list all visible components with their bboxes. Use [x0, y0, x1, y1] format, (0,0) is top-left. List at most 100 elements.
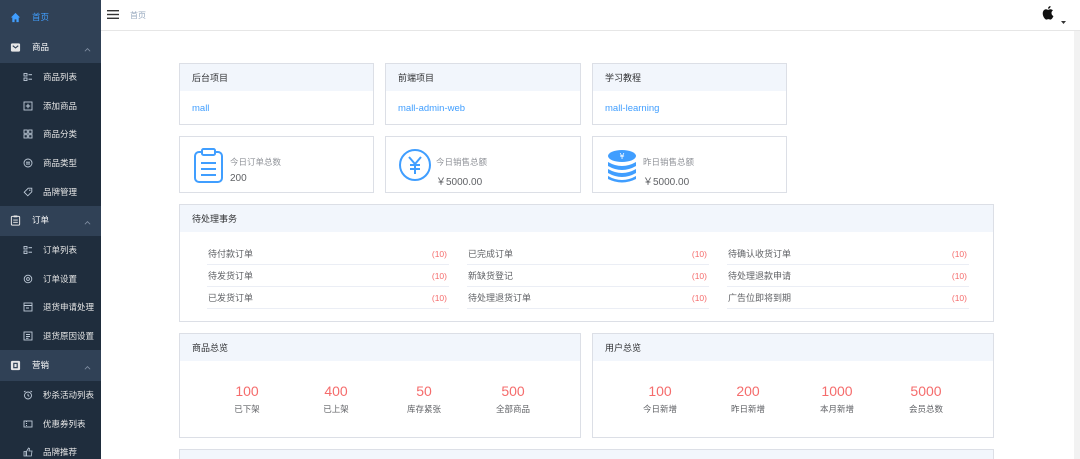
scrollbar[interactable] [1074, 31, 1080, 459]
sidebar-item-brand[interactable]: 品牌管理 [0, 177, 101, 206]
sidebar-group-label: 订单 [32, 215, 50, 226]
chevron-up-icon [84, 44, 91, 54]
overview-number: 5000 [910, 383, 942, 399]
sidebar-item-return-apply[interactable]: 退货申请处理 [0, 293, 101, 322]
list-icon [22, 244, 34, 256]
sidebar-item-label: 订单设置 [43, 273, 78, 284]
return-apply-icon [22, 301, 34, 313]
alarm-icon [22, 389, 34, 401]
sidebar-item-order-settings[interactable]: 订单设置 [0, 264, 101, 294]
type-icon [22, 157, 34, 169]
todo-title: 待处理事务 [180, 205, 993, 232]
sidebar-item-product-type[interactable]: 商品类型 [0, 148, 101, 178]
user-overview-title: 用户总览 [593, 334, 993, 361]
sidebar-item-coupon[interactable]: 优惠券列表 [0, 409, 101, 439]
hamburger-icon[interactable] [107, 9, 119, 21]
todo-count: (10) [431, 270, 447, 281]
category-icon [22, 128, 34, 140]
breadcrumb[interactable]: 首页 [130, 10, 146, 21]
sidebar-group-marketing[interactable]: 营销 [0, 351, 101, 380]
sidebar-item-label: 订单列表 [43, 245, 78, 256]
overview-stat: 5000 会员总数 [886, 383, 966, 415]
sidebar-home-label: 首页 [32, 12, 50, 23]
todo-label: 新缺货登记 [468, 271, 514, 281]
todo-count: (10) [431, 248, 447, 259]
overview-label: 今日新增 [642, 404, 677, 414]
todo-item[interactable]: 待处理退款申请 (10) [727, 265, 969, 287]
sidebar-item-brand-recommend[interactable]: 品牌推荐 [0, 438, 101, 459]
todo-item[interactable]: 待处理退货订单 (10) [467, 287, 709, 309]
project-card-frontend: 前端项目 mall-admin-web [385, 63, 581, 125]
todo-label: 已完成订单 [468, 249, 514, 259]
sidebar-item-label: 商品分类 [43, 129, 78, 140]
todo-count: (10) [951, 292, 967, 303]
project-card-title: 后台项目 [180, 64, 373, 91]
stat-today-orders: 今日订单总数 200 [179, 136, 374, 193]
todo-count: (10) [691, 248, 707, 259]
todo-count: (10) [431, 292, 447, 303]
sidebar-item-label: 品牌管理 [43, 186, 78, 197]
sidebar-item-label: 优惠券列表 [43, 418, 86, 429]
project-card-title: 前端项目 [386, 64, 580, 91]
project-link[interactable]: mall [192, 103, 209, 114]
next-panel-edge [179, 449, 994, 459]
apple-avatar-icon[interactable] [1042, 5, 1055, 22]
sidebar-group-order[interactable]: 订单 [0, 206, 101, 235]
sidebar-item-label: 添加商品 [43, 100, 78, 111]
sidebar-item-order-list[interactable]: 订单列表 [0, 236, 101, 265]
sidebar-item-label: 商品列表 [43, 72, 78, 83]
coupon-icon [22, 418, 34, 430]
return-reason-icon [22, 330, 34, 342]
home-icon [9, 11, 21, 23]
todo-label: 待处理退货订单 [468, 293, 532, 303]
settings-icon [22, 273, 34, 285]
order-icon [9, 214, 21, 226]
project-link[interactable]: mall-learning [605, 103, 659, 114]
stat-value: ￥5000.00 [436, 177, 483, 188]
todo-item[interactable]: 新缺货登记 (10) [467, 265, 709, 287]
caret-down-icon[interactable] [1061, 16, 1066, 26]
overview-stat: 100 今日新增 [620, 383, 700, 415]
todo-item[interactable]: 已完成订单 (10) [467, 243, 709, 265]
todo-item[interactable]: 待付款订单 (10) [207, 243, 449, 265]
sidebar-item-label: 品牌推荐 [43, 447, 78, 458]
overview-stat: 100 已下架 [207, 383, 287, 415]
overview-label: 已下架 [234, 404, 260, 414]
sidebar-item-return-reason[interactable]: 退货原因设置 [0, 321, 101, 351]
todo-item[interactable]: 广告位即将到期 (10) [727, 287, 969, 309]
stat-value: 200 [230, 173, 247, 184]
overview-label: 全部商品 [495, 404, 530, 414]
stat-title: 昨日销售总额 [643, 157, 695, 167]
todo-item[interactable]: 待发货订单 (10) [207, 265, 449, 287]
svg-text:¥: ¥ [619, 152, 624, 161]
list-icon [22, 71, 34, 83]
todo-item[interactable]: 待确认收货订单 (10) [727, 243, 969, 265]
sidebar-item-add-product[interactable]: 添加商品 [0, 91, 101, 121]
product-icon [9, 41, 21, 53]
sidebar-item-product-list[interactable]: 商品列表 [0, 63, 101, 92]
marketing-icon [9, 359, 21, 371]
tag-icon [22, 186, 34, 198]
project-card-backend: 后台项目 mall [179, 63, 374, 125]
thumb-icon [22, 446, 34, 458]
sidebar-item-label: 退货申请处理 [43, 302, 95, 313]
overview-label: 会员总数 [908, 404, 943, 414]
overview-stat: 200 昨日新增 [708, 383, 788, 415]
todo-item[interactable]: 已发货订单 (10) [207, 287, 449, 309]
overview-label: 本月新增 [819, 404, 854, 414]
overview-stat: 500 全部商品 [473, 383, 553, 415]
product-overview-title: 商品总览 [180, 334, 580, 361]
sidebar-item-product-category[interactable]: 商品分类 [0, 120, 101, 149]
project-card-learning: 学习教程 mall-learning [592, 63, 787, 125]
sidebar-group-product[interactable]: 商品 [0, 33, 101, 62]
stat-value: ￥5000.00 [643, 177, 690, 188]
sidebar-item-home[interactable]: 首页 [0, 3, 101, 32]
sidebar-item-flash-sale[interactable]: 秒杀活动列表 [0, 381, 101, 410]
stat-today-sales: 今日销售总额 ￥5000.00 [385, 136, 581, 193]
overview-number: 400 [324, 383, 348, 399]
stat-title: 今日销售总额 [436, 157, 488, 167]
overview-number: 200 [736, 383, 760, 399]
chevron-up-icon [84, 362, 91, 372]
project-link[interactable]: mall-admin-web [398, 103, 465, 114]
todo-label: 已发货订单 [208, 293, 254, 303]
